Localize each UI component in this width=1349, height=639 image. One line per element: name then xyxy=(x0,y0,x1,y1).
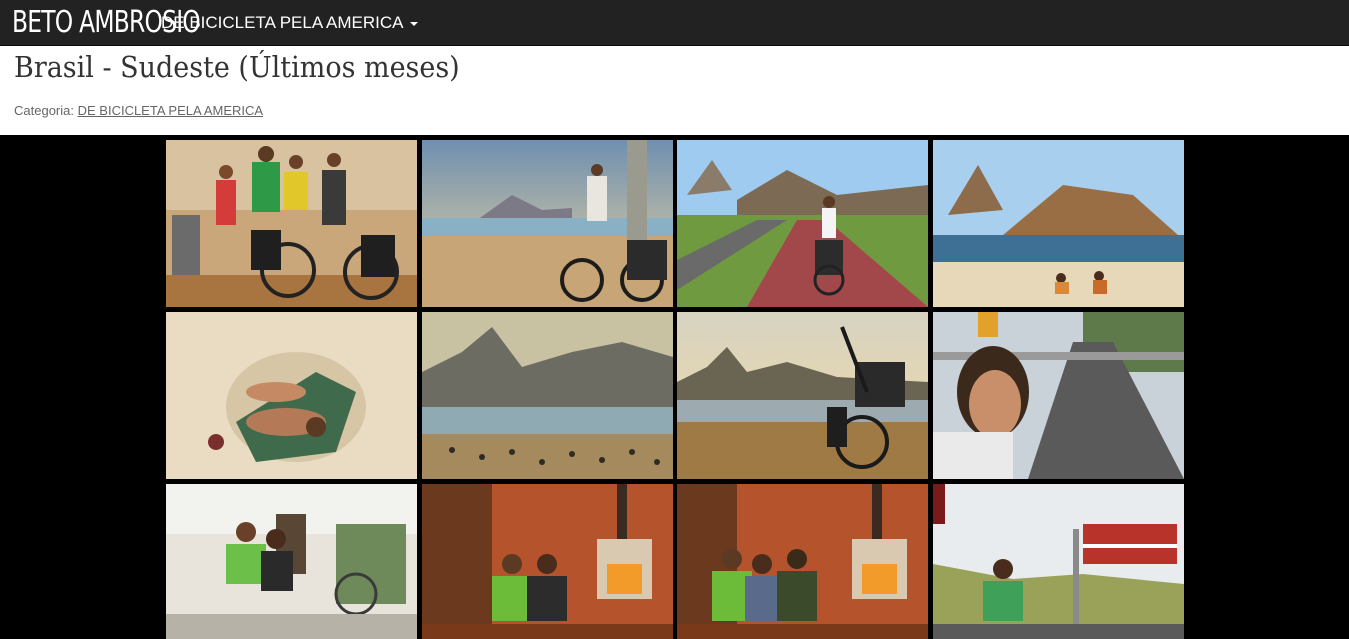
top-navbar: BETO AMBROSIO DE BICICLETA PELA AMERICA xyxy=(0,0,1349,46)
sugarloaf-bike-path-photo xyxy=(677,140,928,307)
category-link[interactable]: DE BICICLETA PELA AMERICA xyxy=(78,103,263,118)
gallery-photo-9[interactable] xyxy=(166,484,417,639)
gallery-photo-11[interactable] xyxy=(677,484,928,639)
sugarloaf-beach-photo xyxy=(933,140,1184,307)
gallery-photo-1[interactable] xyxy=(166,140,417,307)
gallery-photo-7[interactable] xyxy=(677,312,928,479)
gallery-photo-10[interactable] xyxy=(422,484,673,639)
page-title: Brasil - Sudeste (Últimos meses) xyxy=(14,50,460,84)
caret-down-icon xyxy=(409,21,418,26)
couple-sitting-at-house-photo xyxy=(166,484,417,639)
ipanema-beach-sunset-photo xyxy=(422,140,673,307)
couple-lying-on-sand-photo xyxy=(166,312,417,479)
gallery-photo-2[interactable] xyxy=(422,140,673,307)
menu-dropdown[interactable]: DE BICICLETA PELA AMERICA xyxy=(161,0,418,46)
group-with-bicycle-photo xyxy=(166,140,417,307)
selfie-on-highway-photo xyxy=(933,312,1184,479)
two-men-by-fireplace-photo xyxy=(422,484,673,639)
gallery-photo-4[interactable] xyxy=(933,140,1184,307)
gallery-photo-3[interactable] xyxy=(677,140,928,307)
gallery-photo-12[interactable] xyxy=(933,484,1184,639)
photo-gallery xyxy=(0,135,1349,639)
gallery-photo-5[interactable] xyxy=(166,312,417,479)
gallery-photo-8[interactable] xyxy=(933,312,1184,479)
gallery-photo-6[interactable] xyxy=(422,312,673,479)
bicycle-on-beach-sunset-photo xyxy=(677,312,928,479)
category-label: Categoria: xyxy=(14,103,74,118)
novadutra-sign-photo xyxy=(933,484,1184,639)
ipanema-beach-mountains-photo xyxy=(422,312,673,479)
menu-dropdown-label: DE BICICLETA PELA AMERICA xyxy=(161,13,404,32)
three-friends-by-fireplace-photo xyxy=(677,484,928,639)
category-line: Categoria: DE BICICLETA PELA AMERICA xyxy=(14,103,263,118)
